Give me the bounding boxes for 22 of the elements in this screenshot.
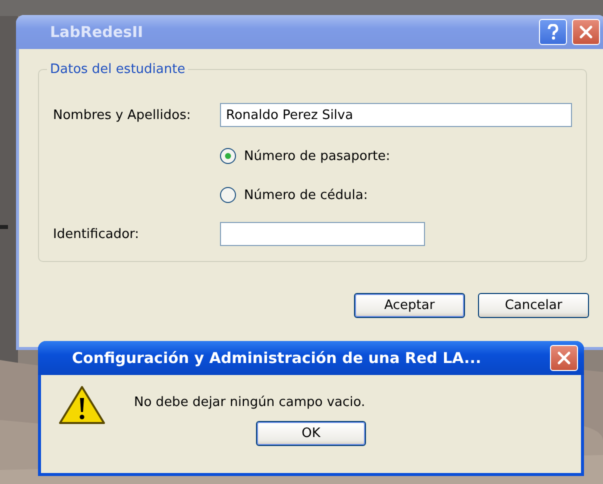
help-icon bbox=[547, 24, 559, 40]
close-icon bbox=[579, 25, 593, 39]
accept-button[interactable]: Aceptar bbox=[354, 293, 465, 318]
help-button[interactable] bbox=[539, 19, 567, 45]
field-label: Nombres y Apellidos: bbox=[53, 108, 192, 122]
radio-button[interactable] bbox=[220, 148, 236, 164]
warning-icon bbox=[58, 385, 106, 425]
close-icon bbox=[557, 351, 571, 365]
radio-label: Número de cédula: bbox=[244, 188, 368, 202]
radio-label: Número de pasaporte: bbox=[244, 148, 390, 164]
input-field[interactable]: Ronaldo Perez Silva bbox=[220, 103, 572, 127]
cancel-button[interactable]: Cancelar bbox=[478, 293, 589, 318]
message-text: No debe dejar ningún campo vacio. bbox=[134, 395, 366, 412]
radio-button[interactable] bbox=[220, 187, 236, 203]
close-button[interactable] bbox=[550, 345, 578, 371]
field-label: Identificador: bbox=[53, 226, 140, 242]
window-title: Configuración y Administración de una Red LA... bbox=[72, 349, 482, 367]
input-field[interactable] bbox=[220, 222, 425, 246]
window-title: LabRedesII bbox=[50, 23, 144, 41]
group-legend: Datos del estudiante bbox=[47, 62, 188, 77]
ok-button[interactable]: OK bbox=[256, 421, 366, 446]
close-button[interactable] bbox=[572, 19, 600, 45]
